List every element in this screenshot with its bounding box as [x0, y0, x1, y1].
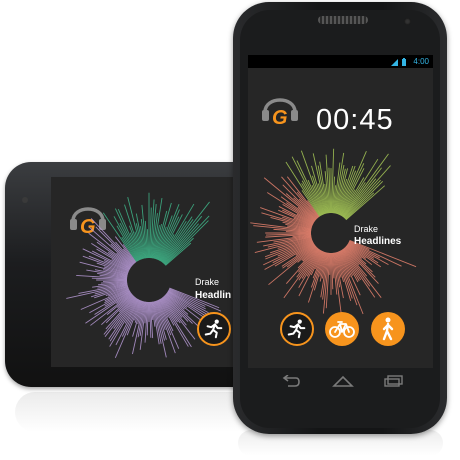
back-phone-reflection [15, 392, 255, 432]
home-nav-button[interactable] [332, 374, 354, 392]
running-mode-button[interactable] [197, 312, 231, 346]
recent-apps-icon [384, 375, 403, 387]
status-bar: 4:00 [248, 55, 433, 68]
visualizer-ray [343, 165, 391, 219]
track-artist: Drake [195, 277, 220, 287]
home-icon [332, 375, 354, 387]
back-icon [282, 374, 300, 387]
track-artist: Drake [354, 224, 379, 234]
back-nav-button[interactable] [280, 374, 300, 392]
cycling-icon [329, 321, 355, 338]
running-icon [287, 319, 306, 339]
track-title: Headlin [195, 290, 232, 301]
walking-mode-button[interactable] [371, 312, 405, 346]
cycling-mode-button[interactable] [325, 312, 359, 346]
status-time: 4:00 [413, 57, 429, 66]
walking-icon [382, 317, 394, 341]
recent-apps-nav-button[interactable] [384, 374, 404, 392]
earpiece-speaker [318, 16, 368, 24]
front-phone-screen: G 00:45 Drake Headlines [248, 68, 433, 368]
back-phone-camera [22, 197, 28, 203]
back-phone-screen: G Drake Headlin [51, 177, 236, 367]
front-camera [404, 18, 411, 25]
signal-battery-icons [391, 58, 409, 68]
running-mode-button[interactable] [280, 312, 314, 346]
track-title: Headlines [354, 236, 402, 247]
running-icon [204, 319, 223, 339]
